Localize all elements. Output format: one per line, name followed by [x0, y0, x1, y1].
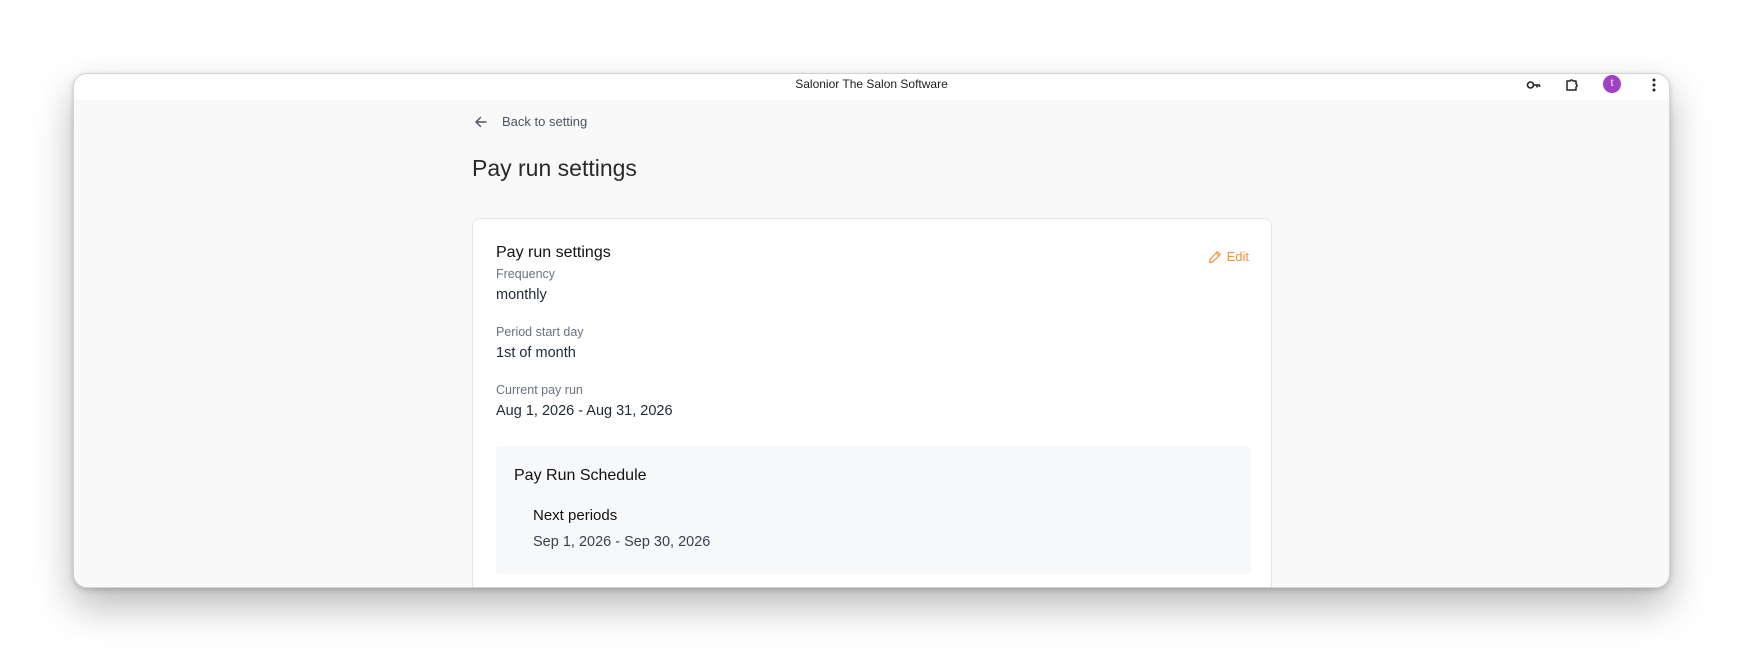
- avatar[interactable]: t: [1603, 75, 1621, 93]
- pay-run-settings-card: Pay run settings Edit Frequency monthly …: [472, 218, 1272, 587]
- pencil-icon: [1208, 250, 1221, 263]
- edit-button[interactable]: Edit: [1208, 249, 1249, 264]
- frequency-value: monthly: [496, 287, 547, 303]
- frequency-label: Frequency: [496, 267, 556, 281]
- pay-run-schedule-panel: Pay Run Schedule Next periods Sep 1, 202…: [496, 446, 1251, 574]
- current-pay-run-label: Current pay run: [496, 383, 583, 397]
- back-to-setting-link[interactable]: Back to setting: [472, 114, 587, 129]
- arrow-left-icon: [475, 116, 487, 127]
- next-periods-title: Next periods: [533, 507, 618, 524]
- next-period-value: Sep 1, 2026 - Sep 30, 2026: [533, 534, 711, 550]
- back-label: Back to setting: [502, 114, 588, 129]
- browser-window: Salonior The Salon Software t Back to se…: [73, 73, 1670, 588]
- title-bar: Salonior The Salon Software t: [74, 74, 1669, 100]
- edit-label: Edit: [1226, 249, 1249, 264]
- card-title: Pay run settings: [496, 244, 611, 261]
- current-pay-run-value: Aug 1, 2026 - Aug 31, 2026: [496, 403, 673, 419]
- page-title: Pay run settings: [472, 155, 637, 181]
- more-vertical-icon[interactable]: [1645, 77, 1663, 93]
- key-icon[interactable]: [1525, 77, 1543, 93]
- period-start-day-value: 1st of month: [496, 345, 576, 361]
- extension-icon[interactable]: [1563, 77, 1581, 93]
- window-title: Salonior The Salon Software: [795, 77, 948, 91]
- schedule-title: Pay Run Schedule: [514, 467, 647, 484]
- period-start-day-label: Period start day: [496, 325, 584, 339]
